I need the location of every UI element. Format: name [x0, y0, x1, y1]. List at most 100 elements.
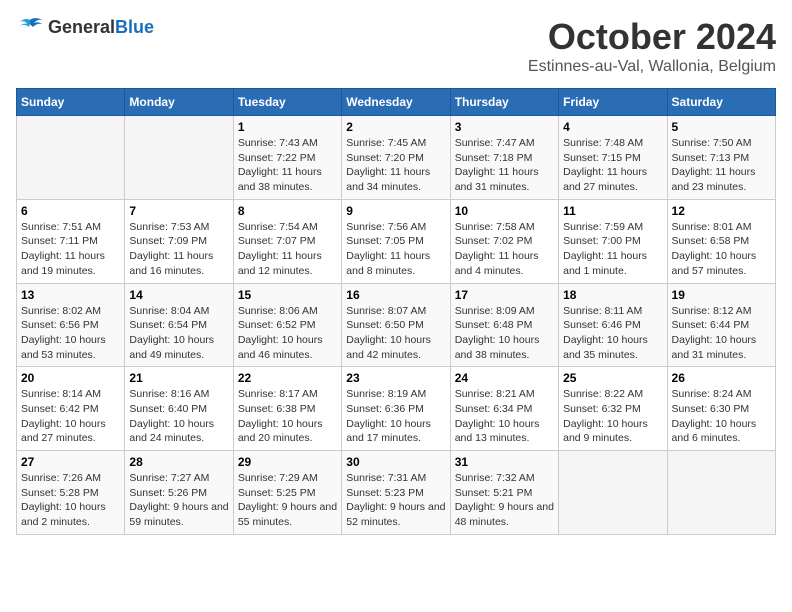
- day-number: 16: [346, 288, 445, 302]
- day-daylight: Daylight: 11 hours and 27 minutes.: [563, 166, 647, 193]
- day-number: 7: [129, 204, 228, 218]
- day-sunrise: Sunrise: 7:53 AM: [129, 221, 209, 233]
- calendar-week-row: 6 Sunrise: 7:51 AM Sunset: 7:11 PM Dayli…: [17, 199, 776, 283]
- day-daylight: Daylight: 10 hours and 49 minutes.: [129, 334, 214, 361]
- day-sunset: Sunset: 7:09 PM: [129, 235, 207, 247]
- day-number: 15: [238, 288, 337, 302]
- day-sunrise: Sunrise: 7:59 AM: [563, 221, 643, 233]
- day-sunset: Sunset: 7:18 PM: [455, 152, 533, 164]
- day-sunset: Sunset: 6:40 PM: [129, 403, 207, 415]
- day-sunset: Sunset: 6:42 PM: [21, 403, 99, 415]
- table-row: 17 Sunrise: 8:09 AM Sunset: 6:48 PM Dayl…: [450, 283, 558, 367]
- day-sunrise: Sunrise: 8:02 AM: [21, 305, 101, 317]
- day-sunrise: Sunrise: 7:43 AM: [238, 137, 318, 149]
- day-sunset: Sunset: 7:07 PM: [238, 235, 316, 247]
- table-row: 13 Sunrise: 8:02 AM Sunset: 6:56 PM Dayl…: [17, 283, 125, 367]
- day-sunrise: Sunrise: 8:12 AM: [672, 305, 752, 317]
- day-daylight: Daylight: 11 hours and 19 minutes.: [21, 250, 105, 277]
- day-number: 19: [672, 288, 771, 302]
- day-number: 31: [455, 455, 554, 469]
- table-row: 31 Sunrise: 7:32 AM Sunset: 5:21 PM Dayl…: [450, 451, 558, 535]
- location-title: Estinnes-au-Val, Wallonia, Belgium: [528, 58, 776, 76]
- day-sunrise: Sunrise: 8:06 AM: [238, 305, 318, 317]
- day-daylight: Daylight: 10 hours and 20 minutes.: [238, 418, 323, 445]
- table-row: [125, 116, 233, 200]
- day-number: 14: [129, 288, 228, 302]
- day-daylight: Daylight: 11 hours and 23 minutes.: [672, 166, 756, 193]
- day-number: 29: [238, 455, 337, 469]
- day-sunrise: Sunrise: 7:50 AM: [672, 137, 752, 149]
- day-number: 28: [129, 455, 228, 469]
- day-sunrise: Sunrise: 7:56 AM: [346, 221, 426, 233]
- day-number: 6: [21, 204, 120, 218]
- day-sunset: Sunset: 7:00 PM: [563, 235, 641, 247]
- day-daylight: Daylight: 10 hours and 6 minutes.: [672, 418, 757, 445]
- day-sunset: Sunset: 7:11 PM: [21, 235, 98, 247]
- table-row: 7 Sunrise: 7:53 AM Sunset: 7:09 PM Dayli…: [125, 199, 233, 283]
- day-sunrise: Sunrise: 7:48 AM: [563, 137, 643, 149]
- table-row: 15 Sunrise: 8:06 AM Sunset: 6:52 PM Dayl…: [233, 283, 341, 367]
- day-number: 27: [21, 455, 120, 469]
- day-number: 10: [455, 204, 554, 218]
- day-daylight: Daylight: 11 hours and 31 minutes.: [455, 166, 539, 193]
- day-sunrise: Sunrise: 8:17 AM: [238, 388, 318, 400]
- day-daylight: Daylight: 11 hours and 4 minutes.: [455, 250, 539, 277]
- day-daylight: Daylight: 10 hours and 17 minutes.: [346, 418, 431, 445]
- day-number: 23: [346, 371, 445, 385]
- weekday-header-row: Sunday Monday Tuesday Wednesday Thursday…: [17, 89, 776, 116]
- day-sunset: Sunset: 6:50 PM: [346, 319, 424, 331]
- calendar-table: Sunday Monday Tuesday Wednesday Thursday…: [16, 88, 776, 535]
- day-sunrise: Sunrise: 7:47 AM: [455, 137, 535, 149]
- day-sunset: Sunset: 5:21 PM: [455, 487, 533, 499]
- calendar-week-row: 13 Sunrise: 8:02 AM Sunset: 6:56 PM Dayl…: [17, 283, 776, 367]
- day-sunrise: Sunrise: 7:32 AM: [455, 472, 535, 484]
- day-sunrise: Sunrise: 8:21 AM: [455, 388, 535, 400]
- table-row: 20 Sunrise: 8:14 AM Sunset: 6:42 PM Dayl…: [17, 367, 125, 451]
- day-sunrise: Sunrise: 8:07 AM: [346, 305, 426, 317]
- day-sunset: Sunset: 6:52 PM: [238, 319, 316, 331]
- day-sunset: Sunset: 6:48 PM: [455, 319, 533, 331]
- day-daylight: Daylight: 11 hours and 16 minutes.: [129, 250, 213, 277]
- day-sunset: Sunset: 6:38 PM: [238, 403, 316, 415]
- logo-text: GeneralBlue: [48, 17, 154, 38]
- day-daylight: Daylight: 11 hours and 34 minutes.: [346, 166, 430, 193]
- day-sunset: Sunset: 7:15 PM: [563, 152, 641, 164]
- calendar-week-row: 27 Sunrise: 7:26 AM Sunset: 5:28 PM Dayl…: [17, 451, 776, 535]
- day-sunrise: Sunrise: 7:54 AM: [238, 221, 318, 233]
- table-row: 21 Sunrise: 8:16 AM Sunset: 6:40 PM Dayl…: [125, 367, 233, 451]
- day-number: 13: [21, 288, 120, 302]
- day-number: 11: [563, 204, 662, 218]
- day-sunrise: Sunrise: 7:45 AM: [346, 137, 426, 149]
- title-block: October 2024 Estinnes-au-Val, Wallonia, …: [528, 16, 776, 76]
- day-daylight: Daylight: 11 hours and 38 minutes.: [238, 166, 322, 193]
- day-daylight: Daylight: 10 hours and 57 minutes.: [672, 250, 757, 277]
- table-row: 25 Sunrise: 8:22 AM Sunset: 6:32 PM Dayl…: [559, 367, 667, 451]
- day-daylight: Daylight: 11 hours and 12 minutes.: [238, 250, 322, 277]
- day-sunset: Sunset: 6:36 PM: [346, 403, 424, 415]
- day-sunrise: Sunrise: 7:58 AM: [455, 221, 535, 233]
- day-sunset: Sunset: 5:28 PM: [21, 487, 99, 499]
- day-sunset: Sunset: 6:46 PM: [563, 319, 641, 331]
- day-sunrise: Sunrise: 8:11 AM: [563, 305, 642, 317]
- table-row: 14 Sunrise: 8:04 AM Sunset: 6:54 PM Dayl…: [125, 283, 233, 367]
- day-sunrise: Sunrise: 7:26 AM: [21, 472, 101, 484]
- day-number: 24: [455, 371, 554, 385]
- day-sunset: Sunset: 7:02 PM: [455, 235, 533, 247]
- day-daylight: Daylight: 10 hours and 31 minutes.: [672, 334, 757, 361]
- page-header: GeneralBlue October 2024 Estinnes-au-Val…: [16, 16, 776, 76]
- day-daylight: Daylight: 10 hours and 46 minutes.: [238, 334, 323, 361]
- day-number: 26: [672, 371, 771, 385]
- table-row: 10 Sunrise: 7:58 AM Sunset: 7:02 PM Dayl…: [450, 199, 558, 283]
- day-number: 3: [455, 120, 554, 134]
- table-row: 4 Sunrise: 7:48 AM Sunset: 7:15 PM Dayli…: [559, 116, 667, 200]
- day-sunrise: Sunrise: 8:04 AM: [129, 305, 209, 317]
- day-number: 20: [21, 371, 120, 385]
- calendar-week-row: 20 Sunrise: 8:14 AM Sunset: 6:42 PM Dayl…: [17, 367, 776, 451]
- day-sunset: Sunset: 5:23 PM: [346, 487, 424, 499]
- table-row: 29 Sunrise: 7:29 AM Sunset: 5:25 PM Dayl…: [233, 451, 341, 535]
- header-sunday: Sunday: [17, 89, 125, 116]
- day-number: 9: [346, 204, 445, 218]
- day-sunset: Sunset: 7:13 PM: [672, 152, 750, 164]
- day-sunrise: Sunrise: 7:29 AM: [238, 472, 318, 484]
- day-daylight: Daylight: 10 hours and 2 minutes.: [21, 501, 106, 528]
